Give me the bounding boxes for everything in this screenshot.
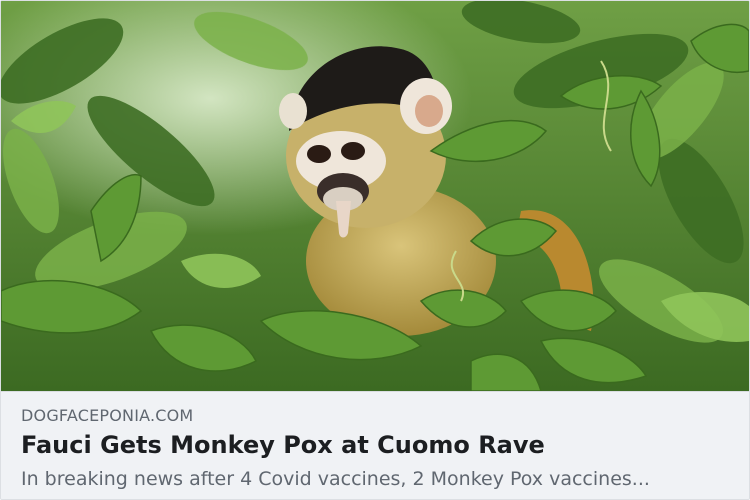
preview-description: In breaking news after 4 Covid vaccines,… xyxy=(21,468,650,490)
preview-title[interactable]: Fauci Gets Monkey Pox at Cuomo Rave xyxy=(21,431,545,459)
preview-meta[interactable]: DOGFACEPONIA.COM Fauci Gets Monkey Pox a… xyxy=(1,391,749,499)
preview-domain: DOGFACEPONIA.COM xyxy=(21,406,194,425)
link-preview-card[interactable]: DOGFACEPONIA.COM Fauci Gets Monkey Pox a… xyxy=(0,0,750,500)
preview-image[interactable] xyxy=(1,1,749,391)
monkey-photo xyxy=(1,1,749,391)
